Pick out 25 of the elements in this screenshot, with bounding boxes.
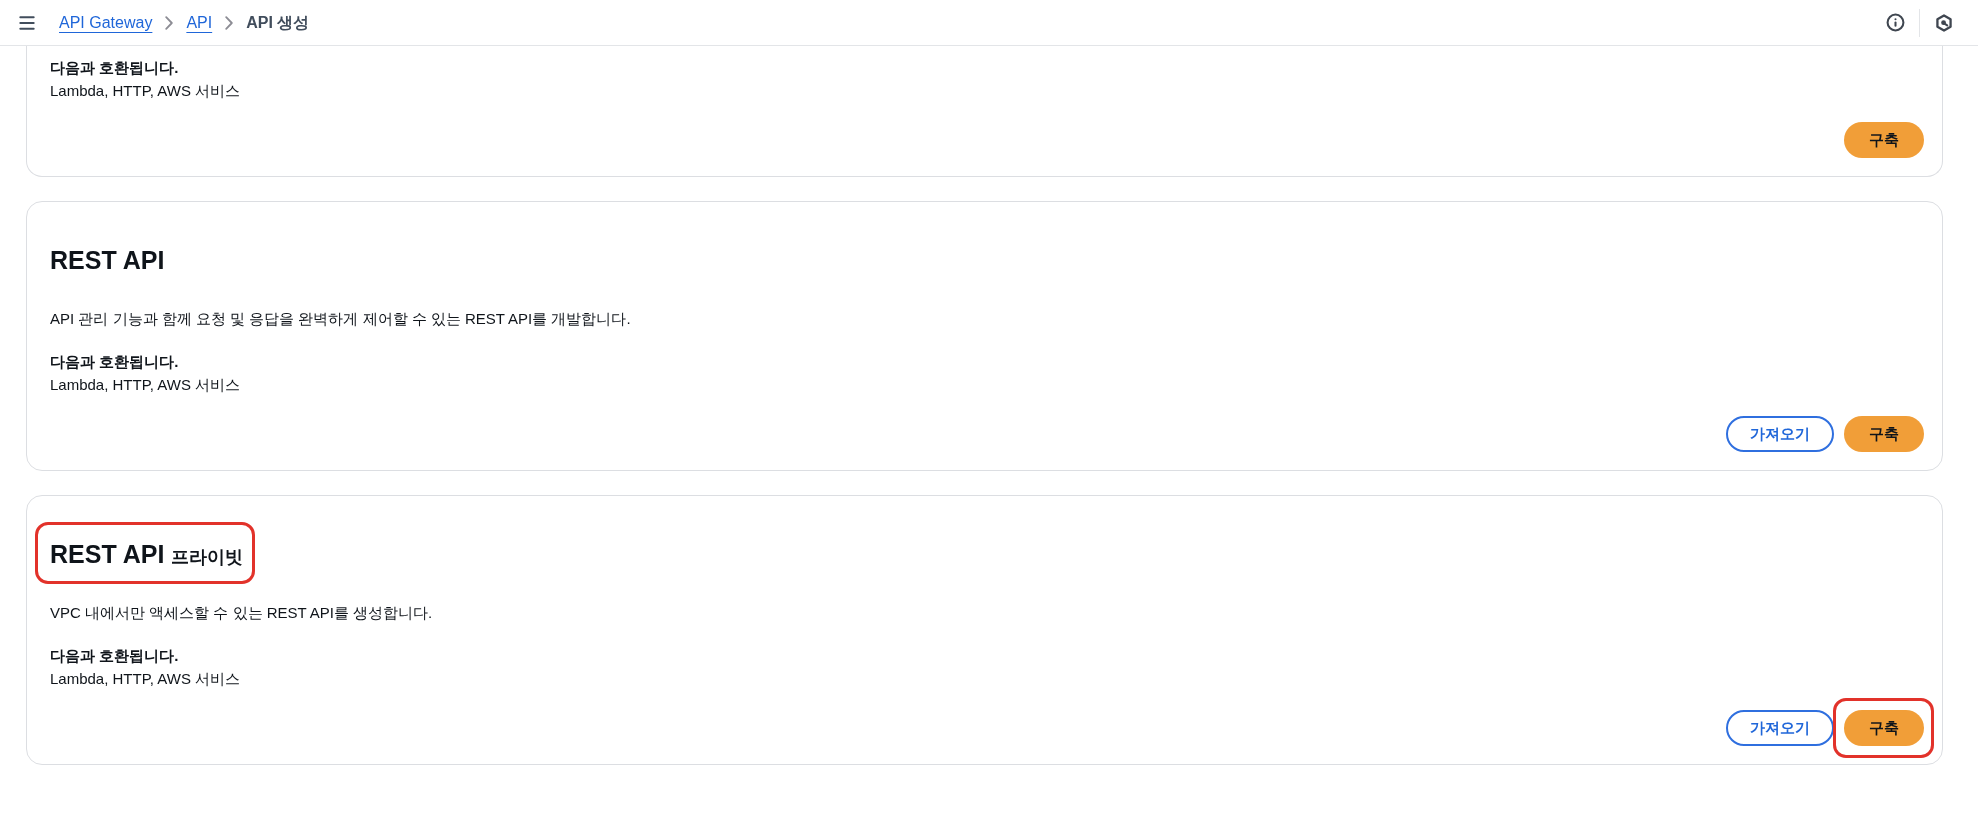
card-title: REST API [50, 245, 165, 276]
compat-value: Lambda, HTTP, AWS 서비스 [50, 669, 241, 689]
card-description: VPC 내에서만 액세스할 수 있는 REST API를 생성합니다. [50, 603, 434, 623]
hexagon-icon [1936, 13, 1952, 32]
build-button[interactable]: 구축 [1844, 122, 1924, 158]
compat-value: Lambda, HTTP, AWS 서비스 [50, 375, 241, 395]
import-button[interactable]: 가져오기 [1726, 416, 1834, 452]
breadcrumb-current: API 생성 [246, 12, 310, 33]
hexagon-button[interactable] [1934, 12, 1954, 33]
info-icon [1885, 13, 1905, 32]
compat-label: 다음과 호환됩니다. [50, 58, 179, 78]
info-button[interactable] [1885, 12, 1905, 33]
build-button[interactable]: 구축 [1844, 710, 1924, 746]
build-button[interactable]: 구축 [1844, 416, 1924, 452]
breadcrumb-link[interactable]: API Gateway [59, 10, 153, 35]
import-button[interactable]: 가져오기 [1726, 710, 1834, 746]
card-title: REST API [50, 539, 165, 570]
chevron-icon [225, 15, 234, 30]
title-suffix: 프라이빗 [171, 546, 244, 569]
chevron-icon [165, 15, 174, 30]
breadcrumb-link[interactable]: API [186, 10, 213, 35]
compat-label: 다음과 호환됩니다. [50, 646, 179, 666]
card-description: API 관리 기능과 함께 요청 및 응답을 완벽하게 제어할 수 있는 REST API를 개발합니다. [50, 309, 632, 329]
compat-label: 다음과 호환됩니다. [50, 352, 179, 372]
compat-value: Lambda, HTTP, AWS 서비스 [50, 81, 241, 101]
